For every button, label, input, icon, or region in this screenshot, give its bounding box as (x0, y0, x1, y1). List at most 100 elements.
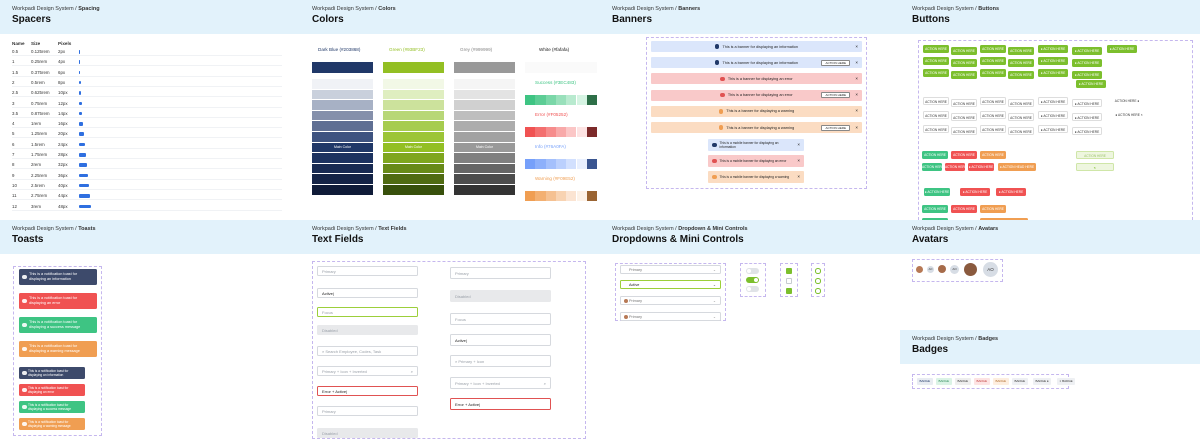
action-button-primary[interactable]: ACTION HERE (951, 59, 977, 67)
toggle-off[interactable] (746, 268, 759, 274)
action-button-secondary[interactable]: ACTION HERE (951, 113, 977, 121)
radio-button[interactable] (815, 278, 821, 284)
action-button-secondary[interactable]: ACTION HERE (923, 111, 949, 119)
action-button-disabled[interactable]: ACTION HERE (1076, 151, 1114, 159)
action-button-primary[interactable]: ● ACTION HERE (1038, 69, 1068, 77)
action-button-secondary[interactable]: ● ACTION HERE (1038, 125, 1068, 133)
radio-button[interactable] (815, 268, 821, 274)
banner-action-button[interactable]: ACTION HERE (821, 124, 850, 131)
action-button-primary[interactable]: ● ACTION HERE (1107, 45, 1137, 53)
banner-action-button[interactable]: ACTION HERE (821, 92, 850, 99)
action-button-primary[interactable]: ACTION HERE (951, 71, 977, 79)
dropdown[interactable]: Primary ⌄ (620, 296, 721, 305)
text-field-active[interactable]: Active| (317, 288, 418, 298)
action-button-secondary[interactable]: ACTION HERE (980, 97, 1006, 105)
action-button-primary[interactable]: ACTION HERE (923, 57, 949, 65)
action-button-error[interactable]: ACTION HERE (945, 163, 965, 171)
color-shade (535, 159, 546, 169)
close-icon[interactable]: × (797, 142, 800, 147)
action-button-warning[interactable]: ACTION HERE (980, 151, 1006, 159)
text-field-normal[interactable]: Primary (317, 406, 418, 416)
action-button-primary[interactable]: ACTION HERE (980, 69, 1006, 77)
close-icon[interactable]: × (797, 174, 800, 179)
action-button-warning[interactable]: ACTION HERE (980, 205, 1006, 213)
action-button-secondary[interactable]: ● ACTION HERE (1072, 127, 1102, 135)
action-button-secondary[interactable]: ACTION HERE (951, 99, 977, 107)
action-button-success[interactable]: ACTION HERE (922, 163, 942, 171)
text-field-normal[interactable]: Primary (450, 267, 551, 279)
action-button-secondary[interactable]: ACTION HERE (1008, 127, 1034, 135)
action-button-primary[interactable]: ● ACTION HERE (1076, 80, 1106, 88)
action-button-secondary[interactable]: ● ACTION HERE (1038, 111, 1068, 119)
text-field-icon[interactable]: Primary + Icon + Inverted ⌕ (317, 366, 418, 376)
action-button-primary[interactable]: ● ACTION HERE (1072, 71, 1102, 79)
text-field-error[interactable]: Error + Active| (317, 386, 418, 396)
action-button-secondary[interactable]: ACTION HERE (923, 125, 949, 133)
action-button-error[interactable]: ACTION HERE (951, 205, 977, 213)
close-icon[interactable]: × (855, 92, 858, 97)
action-button-secondary[interactable]: ACTION HERE (1008, 113, 1034, 121)
dropdown[interactable]: Primary ⌄ (620, 312, 721, 321)
close-icon[interactable]: × (855, 125, 858, 130)
action-button-primary[interactable]: ACTION HERE (923, 69, 949, 77)
action-button-success[interactable]: ● ACTION HERE (924, 188, 950, 196)
close-icon[interactable]: × (855, 108, 858, 113)
action-button-secondary[interactable]: ACTION HERE (923, 97, 949, 105)
color-main-swatch (383, 62, 444, 73)
close-icon[interactable]: × (855, 60, 858, 65)
action-button-secondary[interactable]: ● ACTION HERE (1072, 113, 1102, 121)
action-button-secondary[interactable]: ACTION HERE (980, 125, 1006, 133)
avatar (623, 315, 628, 319)
action-button-primary[interactable]: ACTION HERE (951, 47, 977, 55)
action-button-text[interactable]: ACTION HERE ● (1112, 97, 1142, 105)
text-field-normal[interactable]: Primary (317, 266, 418, 276)
action-button-primary[interactable]: ● ACTION HERE (1038, 57, 1068, 65)
action-button-primary[interactable]: ACTION HERE (1008, 71, 1034, 79)
color-shade (383, 132, 444, 142)
action-button-error[interactable]: ACTION HERE (951, 151, 977, 159)
radio-button[interactable] (815, 288, 821, 294)
info-icon (714, 44, 720, 49)
action-button-text[interactable]: ● ACTION HERE × (1112, 111, 1146, 119)
banner-action-button[interactable]: ACTION HERE (821, 59, 850, 66)
action-button-primary[interactable]: ACTION HERE (1008, 47, 1034, 55)
action-button-warning[interactable]: ● ACTION HEAD HERE (998, 163, 1036, 171)
text-field-icon[interactable]: ⌕ Primary + Icon (450, 355, 551, 367)
action-button-secondary[interactable]: ACTION HERE (951, 127, 977, 135)
dropdown[interactable]: Active ⌄ (620, 280, 721, 289)
text-field-active[interactable]: Active| (450, 334, 551, 346)
action-button-error[interactable]: ● ACTION HERE (968, 163, 994, 171)
text-field-error[interactable]: Error + Active| (450, 398, 551, 410)
action-button-primary[interactable]: ACTION HERE (1008, 59, 1034, 67)
action-button-primary[interactable]: ● ACTION HERE (1072, 59, 1102, 67)
action-button-error[interactable]: ● ACTION HERE (960, 188, 990, 196)
checkbox-checked[interactable] (786, 268, 792, 274)
text-field-normal[interactable]: Focus (450, 313, 551, 325)
text-field-search[interactable]: ⌕ Search Employee, Codes, Task (317, 346, 418, 356)
dropdown[interactable]: Primary ⌄ (620, 265, 721, 274)
text-field-focus[interactable]: Focus (317, 307, 418, 317)
text-field-search[interactable]: Primary + Icon + Inverted ⌕ (450, 377, 551, 389)
toggle-on[interactable] (746, 277, 759, 283)
close-icon[interactable]: × (855, 44, 858, 49)
action-button-secondary[interactable]: ACTION HERE (1008, 99, 1034, 107)
action-button-error[interactable]: ● ACTION HERE (996, 188, 1026, 196)
action-button-loading[interactable]: ↻ (1076, 163, 1114, 171)
close-icon[interactable]: × (797, 158, 800, 163)
checkbox-checked[interactable] (786, 288, 792, 294)
action-button-success[interactable]: ACTION HERE (922, 151, 948, 159)
action-button-success[interactable]: ACTION HERE (922, 205, 948, 213)
action-button-secondary[interactable]: ● ACTION HERE (1072, 99, 1102, 107)
color-shade (312, 79, 373, 89)
toggle-off[interactable] (746, 286, 759, 292)
action-button-primary[interactable]: ACTION HERE (980, 57, 1006, 65)
action-button-primary[interactable]: ACTION HERE (980, 45, 1006, 53)
action-button-primary[interactable]: ● ACTION HERE (1072, 47, 1102, 55)
action-button-primary[interactable]: ● ACTION HERE (1038, 45, 1068, 53)
action-button-primary[interactable]: ACTION HERE (923, 45, 949, 53)
action-button-secondary[interactable]: ● ACTION HERE (1038, 97, 1068, 105)
checkbox-unchecked[interactable] (786, 278, 792, 284)
action-button-secondary[interactable]: ACTION HERE (980, 111, 1006, 119)
close-icon[interactable]: × (855, 76, 858, 81)
spacer-row: 8 2rem 32px (12, 161, 282, 170)
